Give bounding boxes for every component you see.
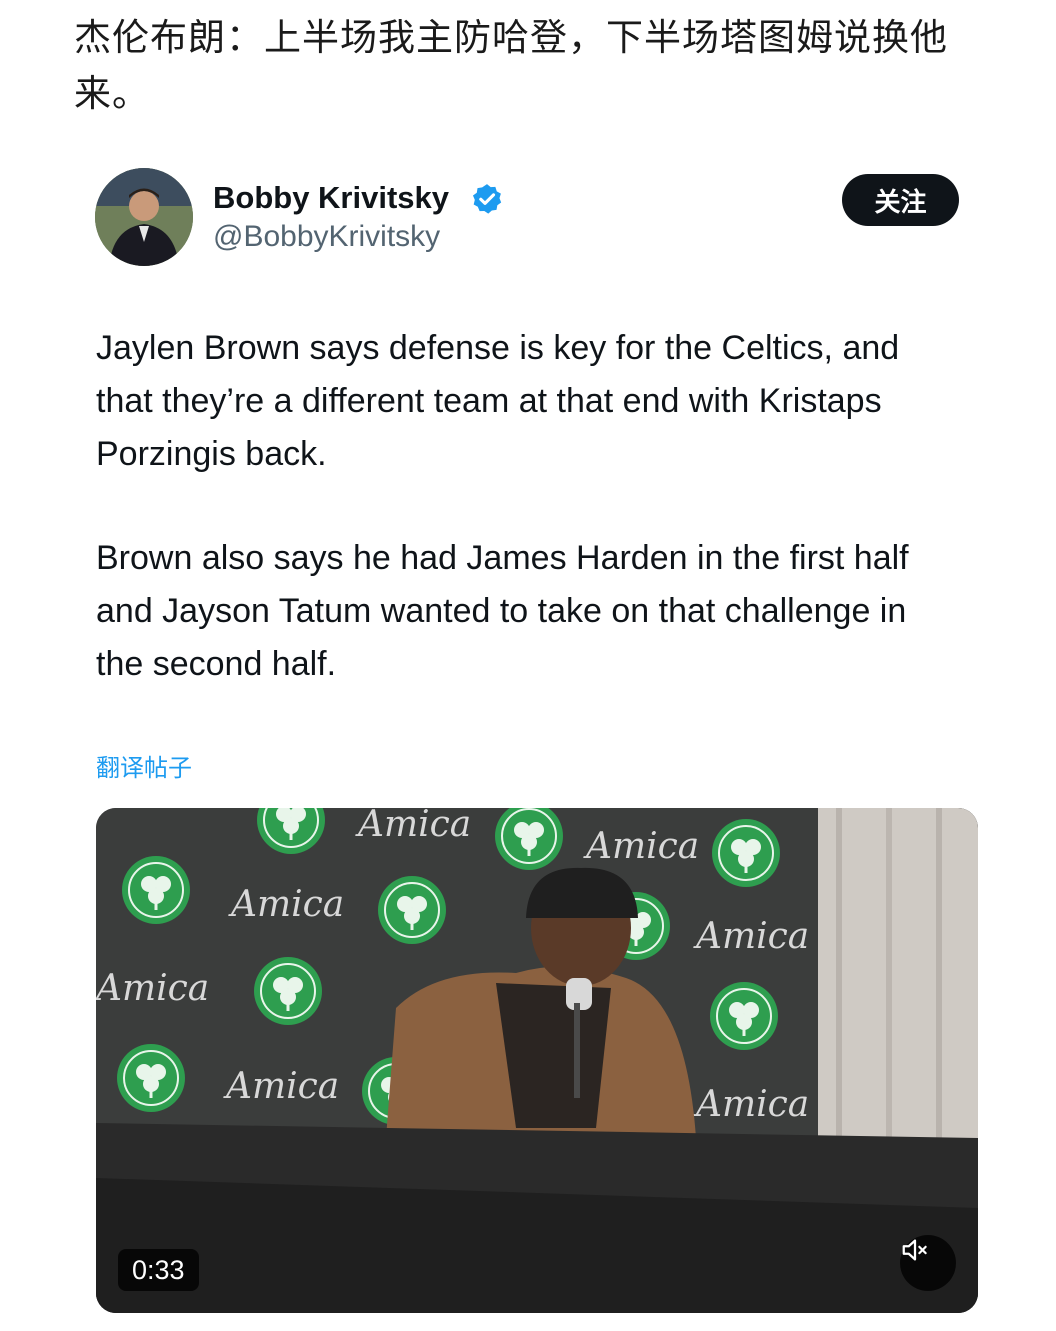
svg-text:Amica: Amica [96, 968, 209, 1009]
video-frame: Amica Amica Amica Amica Amica Amica Amic… [96, 808, 978, 1313]
author-name[interactable]: Bobby Krivitsky [213, 180, 449, 216]
mute-button[interactable] [900, 1235, 956, 1291]
svg-text:Amica: Amica [693, 1084, 809, 1125]
svg-text:Amica: Amica [583, 826, 699, 867]
svg-text:Amica: Amica [693, 916, 809, 957]
tweet-paragraph: Jaylen Brown says defense is key for the… [96, 329, 900, 473]
svg-text:Amica: Amica [355, 808, 471, 845]
speaker-muted-icon [902, 1239, 927, 1261]
author-handle[interactable]: @BobbyKrivitsky [213, 220, 440, 254]
svg-text:Amica: Amica [228, 884, 344, 925]
svg-text:Amica: Amica [223, 1066, 339, 1107]
verified-badge-icon [472, 184, 502, 214]
follow-button[interactable]: 关注 [842, 174, 959, 226]
tweet-paragraph: Brown also says he had James Harden in t… [96, 539, 909, 683]
translate-post-link[interactable]: 翻译帖子 [96, 748, 192, 783]
video-player[interactable]: Amica Amica Amica Amica Amica Amica Amic… [96, 808, 978, 1313]
video-duration-badge: 0:33 [118, 1249, 199, 1291]
tweet-header: Bobby Krivitsky @BobbyKrivitsky 关注 [95, 168, 960, 268]
post-headline: 杰伦布朗：上半场我主防哈登，下半场塔图姆说换他来。 [74, 16, 948, 115]
tweet-body: Jaylen Brown says defense is key for the… [96, 322, 956, 742]
avatar[interactable] [95, 168, 193, 266]
